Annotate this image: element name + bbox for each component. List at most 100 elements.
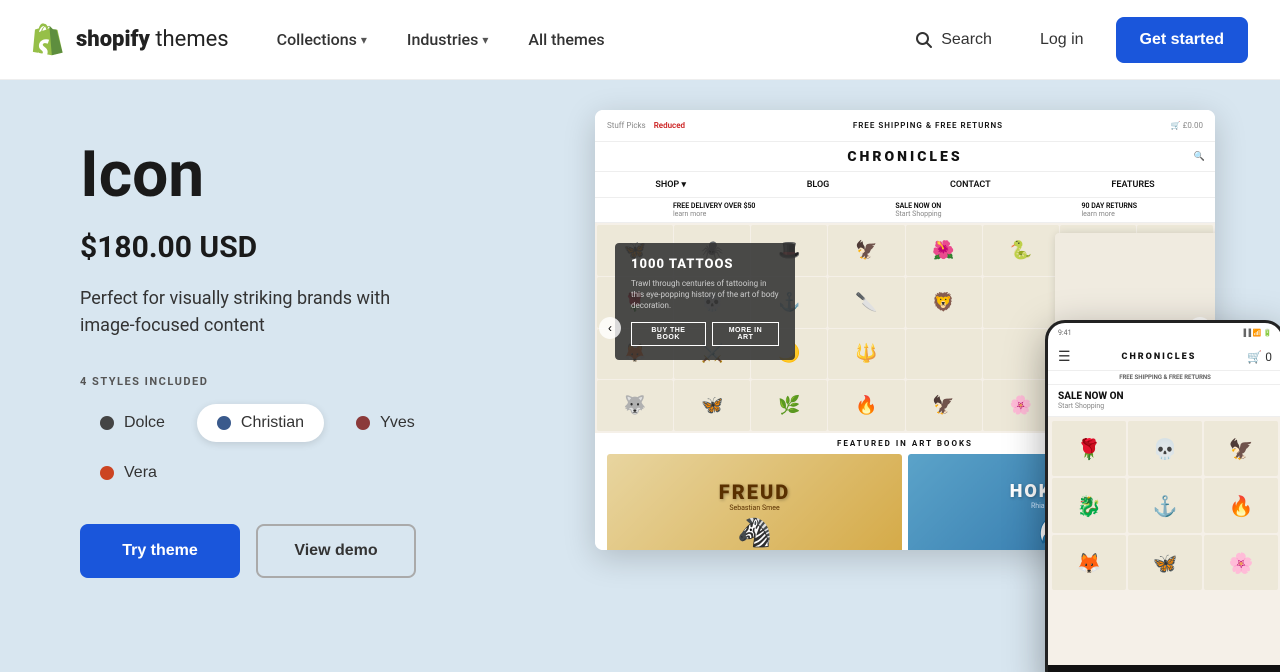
- tattoo-cell: 🌿: [751, 380, 827, 431]
- tattoo-cell: 🔪: [828, 277, 904, 328]
- nav-all-themes-label: All themes: [528, 30, 604, 49]
- nav-item-collections[interactable]: Collections ▾: [261, 20, 383, 59]
- promo-returns: 90 DAY RETURNSlearn more: [1081, 202, 1137, 218]
- tattoo-cell: 🔥: [828, 380, 904, 431]
- get-started-button[interactable]: Get started: [1116, 17, 1248, 63]
- style-option-yves[interactable]: Yves: [336, 404, 435, 442]
- mobile-tattoo-cell: ⚓: [1128, 478, 1202, 533]
- tattoo-cell: 🦅: [906, 380, 982, 431]
- style-label-christian: Christian: [241, 414, 304, 432]
- nav-item-all-themes[interactable]: All themes: [512, 20, 620, 59]
- mobile-sale-title: SALE NOW ON: [1058, 391, 1272, 402]
- action-buttons: Try theme View demo: [80, 524, 500, 578]
- book-freud: FREUD Sebastian Smee 🦓: [607, 454, 902, 550]
- mobile-tattoo-cell: 🌹: [1052, 421, 1126, 476]
- shopify-logo-icon: [32, 22, 68, 58]
- theme-title: Icon: [80, 140, 500, 210]
- main-content: Icon $180.00 USD Perfect for visually st…: [0, 80, 1280, 672]
- search-icon: [915, 31, 933, 49]
- brand-bar: CHRONICLES 🔍: [595, 142, 1215, 172]
- tattoo-cell: 🌺: [906, 225, 982, 276]
- styles-label: 4 STYLES INCLUDED: [80, 375, 500, 388]
- style-option-christian[interactable]: Christian: [197, 404, 324, 442]
- header-actions: Search Log in Get started: [899, 17, 1248, 63]
- style-option-vera[interactable]: Vera: [80, 454, 177, 492]
- tattoo-cell: 🦁: [906, 277, 982, 328]
- subnav-features: FEATURES: [1111, 180, 1154, 190]
- login-button[interactable]: Log in: [1024, 21, 1100, 59]
- mobile-sale-banner: SALE NOW ON Start Shopping: [1048, 385, 1280, 417]
- logo[interactable]: shopify themes: [32, 22, 229, 58]
- mobile-tattoo-cell: 🔥: [1204, 478, 1278, 533]
- style-option-dolce[interactable]: Dolce: [80, 404, 185, 442]
- reduced-label: Reduced: [654, 121, 685, 130]
- chevron-down-icon: ▾: [361, 33, 367, 47]
- tattoo-cell: [906, 329, 982, 380]
- mobile-status-bar: 9:41 ▐▐ 📶 🔋: [1048, 323, 1280, 343]
- nav-industries-label: Industries: [407, 30, 478, 49]
- mobile-menu-icon[interactable]: ☰: [1058, 349, 1071, 365]
- brand-name: CHRONICLES: [847, 149, 962, 165]
- subnav-contact: CONTACT: [950, 180, 991, 190]
- freud-title: FREUD: [719, 480, 790, 504]
- mobile-brand: CHRONICLES: [1122, 352, 1197, 362]
- preview-container: Stuff Picks Reduced FREE SHIPPING & FREE…: [595, 110, 1245, 672]
- more-in-art-button[interactable]: MORE IN ART: [712, 322, 779, 346]
- tattoo-cell: 🦋: [674, 380, 750, 431]
- nav-item-industries[interactable]: Industries ▾: [391, 20, 504, 59]
- mobile-tattoo-cell: 🌸: [1204, 535, 1278, 590]
- mobile-preview: 9:41 ▐▐ 📶 🔋 ☰ CHRONICLES 🛒 0 FREE SHIPPI…: [1045, 320, 1280, 672]
- nav-collections-label: Collections: [277, 30, 357, 49]
- free-shipping-banner: FREE SHIPPING & FREE RETURNS: [853, 121, 1003, 130]
- tattoo-cell: 🦅: [828, 225, 904, 276]
- buy-book-button[interactable]: BUY THE BOOK: [631, 322, 706, 346]
- subnav-blog: BLOG: [807, 180, 830, 190]
- theme-description: Perfect for visually striking brands wit…: [80, 285, 440, 339]
- freud-content: FREUD Sebastian Smee 🦓: [719, 480, 790, 549]
- preview-panel: Stuff Picks Reduced FREE SHIPPING & FREE…: [560, 80, 1280, 672]
- overlay-description: Trawl through centuries of tattooing in …: [631, 278, 779, 312]
- freud-image: 🦓: [719, 516, 790, 549]
- theme-price: $180.00 USD: [80, 230, 500, 265]
- style-label-vera: Vera: [124, 464, 157, 482]
- try-theme-button[interactable]: Try theme: [80, 524, 240, 578]
- product-overlay-card: 1000 TATTOOS Trawl through centuries of …: [615, 243, 795, 360]
- mobile-header: ☰ CHRONICLES 🛒 0: [1048, 343, 1280, 371]
- style-color-yves: [356, 416, 370, 430]
- logo-text: shopify themes: [76, 27, 229, 52]
- subnav-shop: SHOP ▾: [655, 180, 686, 190]
- store-subnav: SHOP ▾ BLOG CONTACT FEATURES: [595, 172, 1215, 198]
- main-nav: Collections ▾ Industries ▾ All themes: [261, 20, 900, 59]
- tattoo-cell: 🐍: [983, 225, 1059, 276]
- style-color-christian: [217, 416, 231, 430]
- mobile-tattoo-cell: 🦅: [1204, 421, 1278, 476]
- cart-area: 🛒 £0.00: [1171, 121, 1203, 130]
- desktop-browser-bar: Stuff Picks Reduced FREE SHIPPING & FREE…: [595, 110, 1215, 142]
- view-demo-button[interactable]: View demo: [256, 524, 416, 578]
- tattoo-cell: [983, 277, 1059, 328]
- chevron-down-icon: ▾: [482, 33, 488, 47]
- mobile-sale-sub: Start Shopping: [1058, 402, 1272, 410]
- search-button[interactable]: Search: [899, 21, 1008, 59]
- mobile-time: 9:41: [1058, 329, 1072, 337]
- promo-sale: SALE NOW ONStart Shopping: [895, 202, 941, 218]
- mobile-tattoo-grid: 🌹 💀 🦅 🐉 ⚓ 🔥 🦊 🦋 🌸: [1048, 417, 1280, 594]
- freud-subtitle: Sebastian Smee: [719, 504, 790, 512]
- search-bar-icon: 🔍: [1194, 152, 1205, 162]
- carousel-prev-button[interactable]: ‹: [599, 317, 621, 339]
- overlay-title: 1000 TATTOOS: [631, 257, 779, 272]
- style-label-dolce: Dolce: [124, 414, 165, 432]
- store-nav-left: Stuff Picks Reduced: [607, 121, 685, 130]
- mobile-tattoo-cell: 🦋: [1128, 535, 1202, 590]
- mobile-tattoo-cell: 🐉: [1052, 478, 1126, 533]
- style-color-vera: [100, 466, 114, 480]
- mobile-cart-icon[interactable]: 🛒 0: [1247, 350, 1272, 364]
- mobile-content: SALE NOW ON Start Shopping 🌹 💀 🦅 🐉 ⚓ 🔥 🦊…: [1048, 385, 1280, 665]
- promo-delivery: FREE DELIVERY OVER $50learn more: [673, 202, 755, 218]
- mobile-tattoo-cell: 💀: [1128, 421, 1202, 476]
- mobile-shipping-bar: FREE SHIPPING & FREE RETURNS: [1048, 371, 1280, 385]
- tattoo-cell: 🔱: [828, 329, 904, 380]
- overlay-buttons: BUY THE BOOK MORE IN ART: [631, 322, 779, 346]
- mobile-tattoo-cell: 🦊: [1052, 535, 1126, 590]
- header: shopify themes Collections ▾ Industries …: [0, 0, 1280, 80]
